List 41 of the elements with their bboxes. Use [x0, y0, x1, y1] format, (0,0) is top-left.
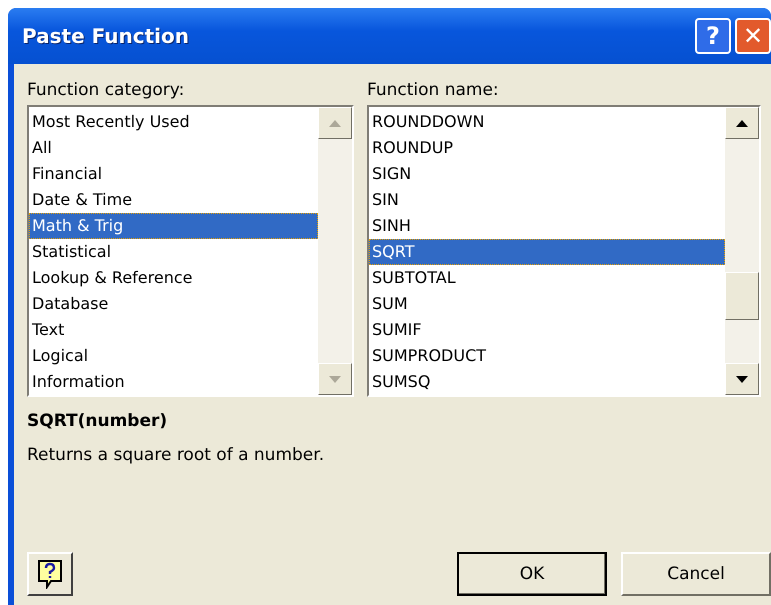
up-arrow-icon: [736, 120, 748, 126]
function-item[interactable]: SINH: [369, 213, 725, 239]
function-item[interactable]: SUBTOTAL: [369, 265, 725, 291]
category-item[interactable]: All: [29, 135, 318, 161]
function-item[interactable]: SUM: [369, 291, 725, 317]
scroll-down-button[interactable]: [725, 363, 759, 395]
category-item[interactable]: Lookup & Reference: [29, 265, 318, 291]
scrollbar-thumb[interactable]: [725, 272, 759, 320]
scrollbar[interactable]: [725, 107, 759, 395]
category-item[interactable]: Database: [29, 291, 318, 317]
list-label: Function category:: [27, 80, 186, 100]
function-item[interactable]: SUMIF: [369, 317, 725, 343]
function-description: Returns a square root of a number.: [27, 445, 326, 465]
dialog-button[interactable]: OK: [457, 552, 607, 596]
scroll-up-button[interactable]: [725, 107, 759, 139]
function-syntax: SQRT(number): [27, 411, 168, 431]
function-item[interactable]: ROUNDDOWN: [369, 109, 725, 135]
category-item[interactable]: Text: [29, 317, 318, 343]
help-button[interactable]: [27, 552, 73, 596]
category-item[interactable]: Statistical: [29, 239, 318, 265]
help-button[interactable]: ?: [695, 18, 731, 54]
category-item[interactable]: Math & Trig: [29, 213, 318, 239]
down-arrow-icon: [736, 376, 748, 382]
category-item[interactable]: Date & Time: [29, 187, 318, 213]
window-title: Paste Function: [22, 24, 190, 48]
list-label: Function name:: [367, 80, 500, 100]
category-item[interactable]: Logical: [29, 343, 318, 369]
category-item[interactable]: Financial: [29, 161, 318, 187]
down-arrow-icon: [329, 376, 341, 382]
function-item[interactable]: SQRT: [369, 239, 725, 265]
help-bubble-icon: [37, 559, 63, 589]
dialog-button[interactable]: Cancel: [621, 552, 771, 596]
function-item[interactable]: SIGN: [369, 161, 725, 187]
function-item[interactable]: ROUNDUP: [369, 135, 725, 161]
category-item[interactable]: Information: [29, 369, 318, 395]
function-item[interactable]: SUMPRODUCT: [369, 343, 725, 369]
function-item[interactable]: SIN: [369, 187, 725, 213]
up-arrow-icon: [329, 120, 341, 126]
function-item[interactable]: SUMSQ: [369, 369, 725, 395]
close-button[interactable]: ✕: [735, 18, 771, 54]
category-item[interactable]: Most Recently Used: [29, 109, 318, 135]
